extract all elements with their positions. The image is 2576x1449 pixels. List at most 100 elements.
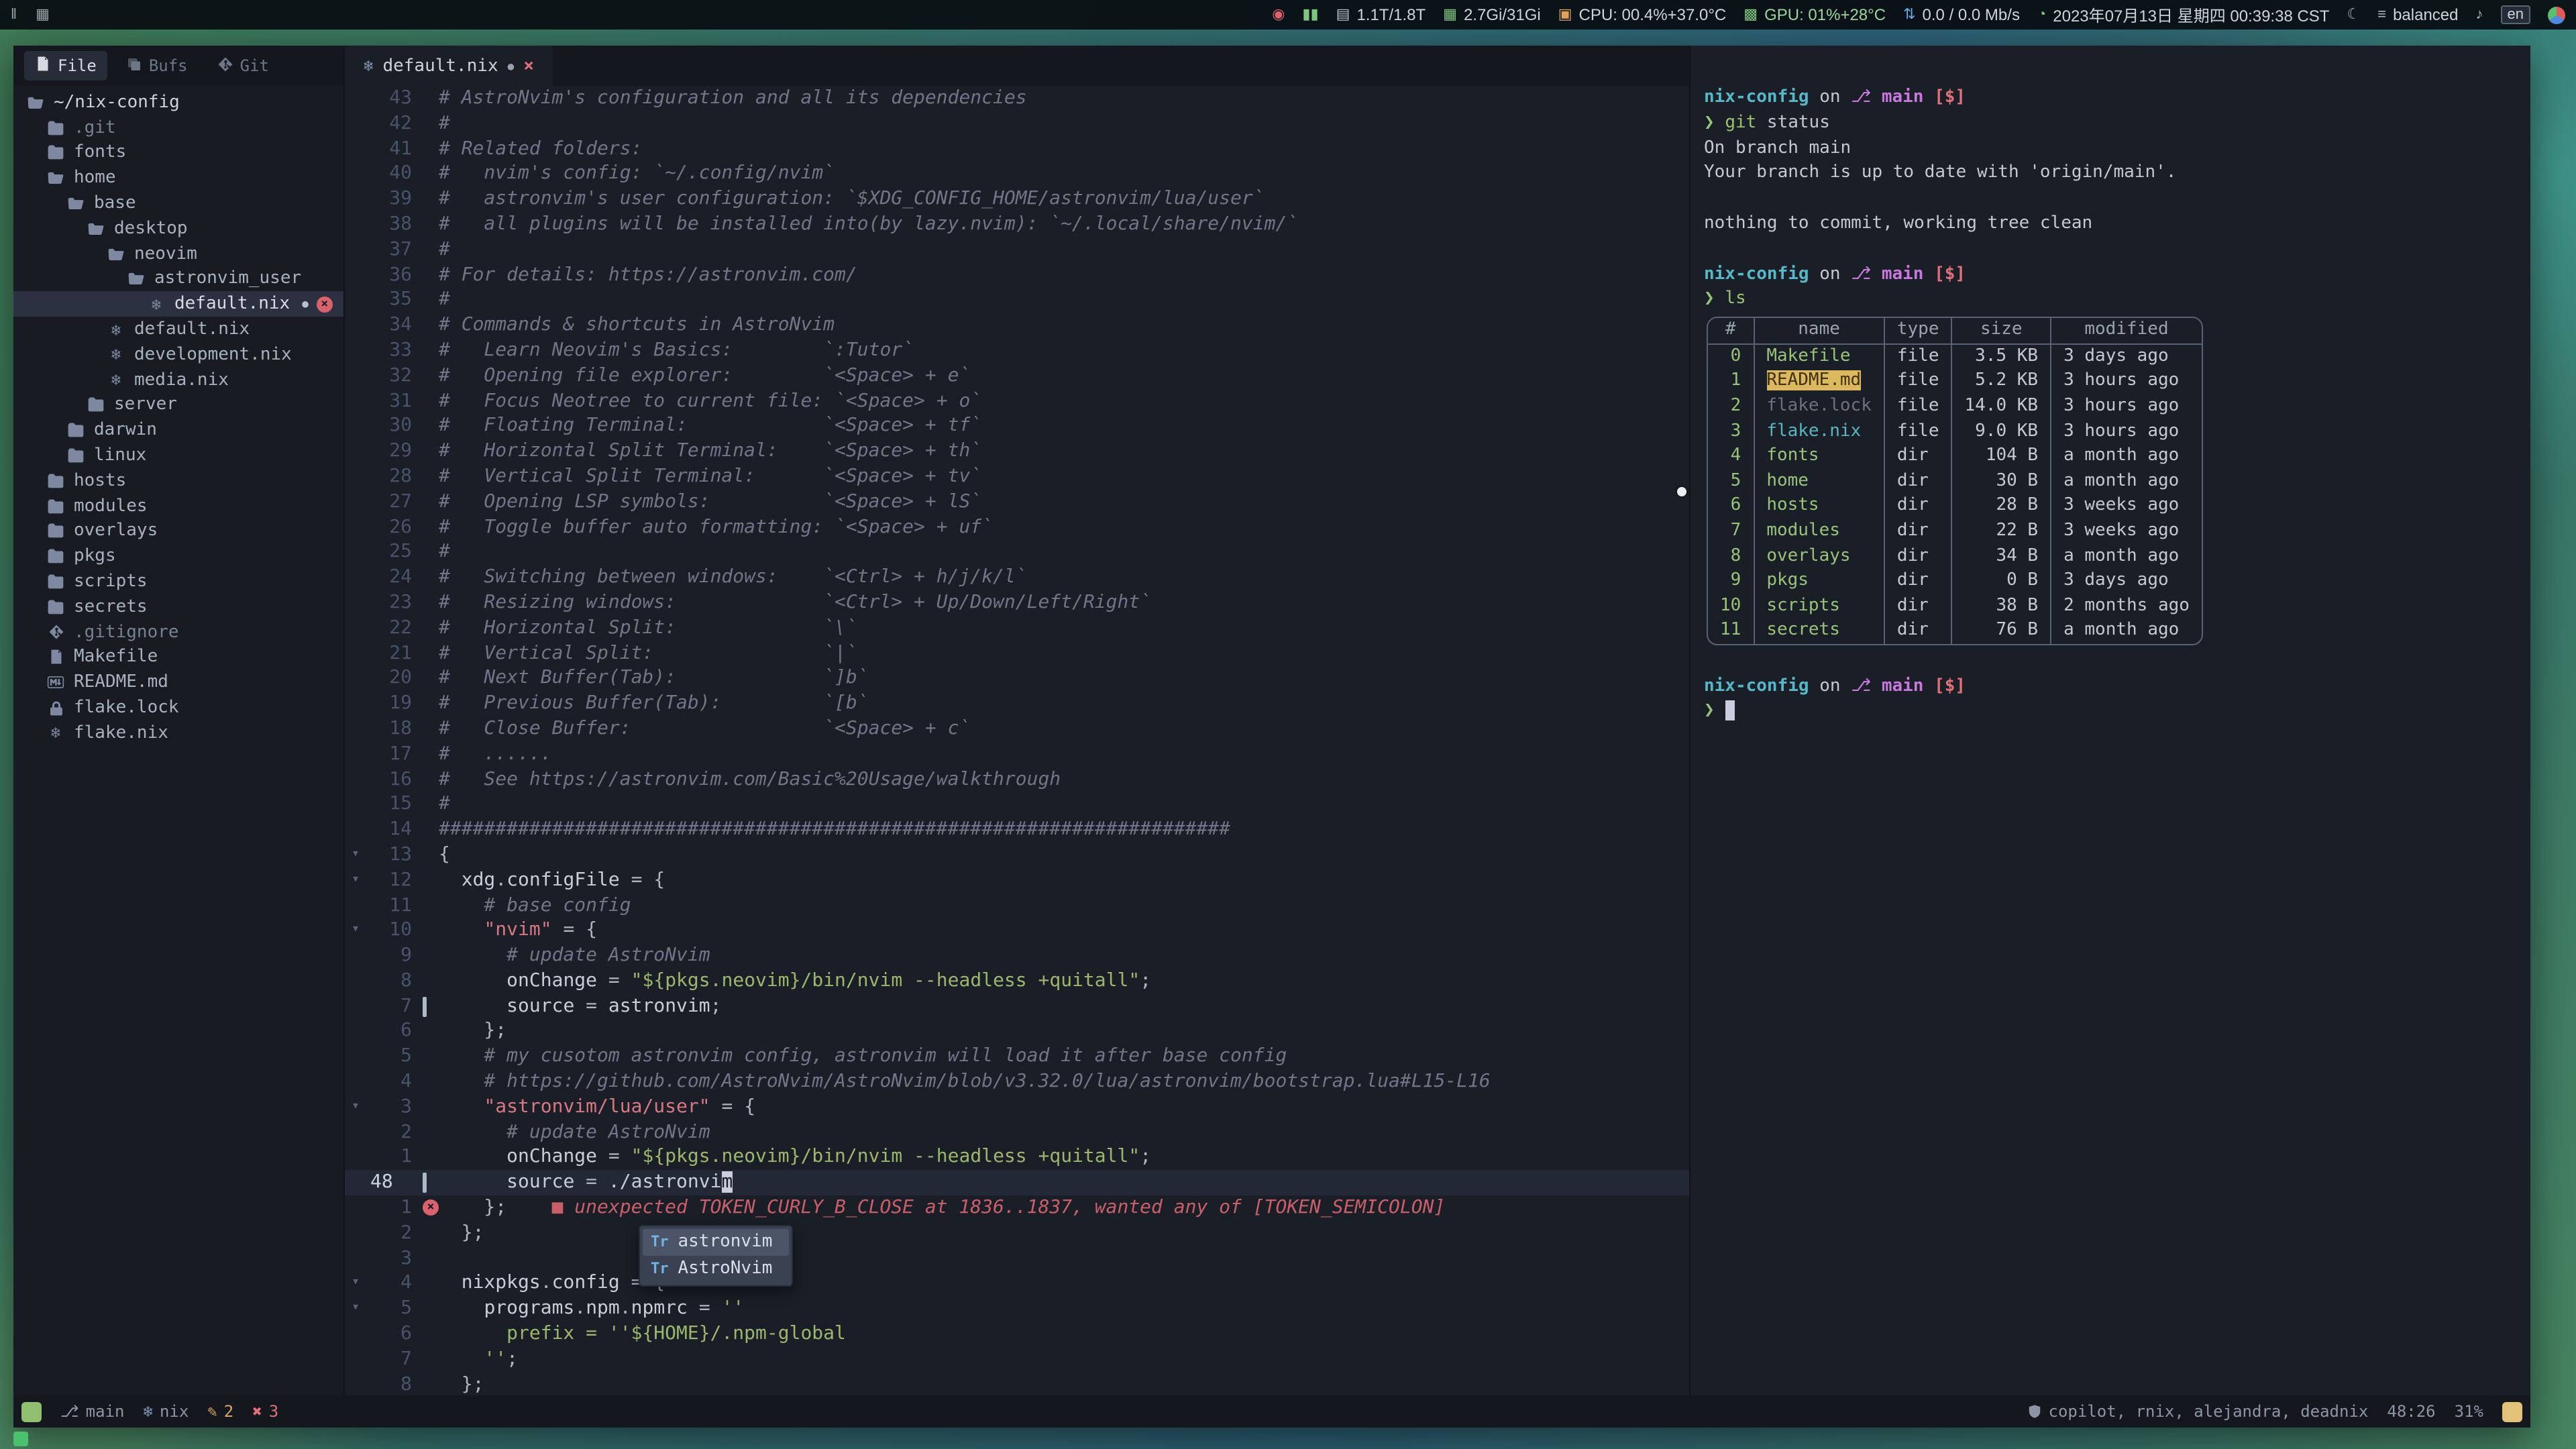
editor-lines[interactable]: 43# AstroNvim's configuration and all it…	[345, 86, 1689, 1395]
code-line[interactable]: ▾3 "astronvim/lua/user" = {	[345, 1095, 1689, 1120]
code-line[interactable]: 33# Learn Neovim's Basics: `:Tutor`	[345, 338, 1689, 364]
tree-item[interactable]: Makefile	[13, 645, 343, 670]
tree-item[interactable]: ❄default.nix	[13, 317, 343, 342]
code-line[interactable]: 28# Vertical Split Terminal: `<Space> + …	[345, 464, 1689, 490]
tree-item[interactable]: hosts	[13, 468, 343, 494]
tree-item[interactable]: scripts	[13, 569, 343, 594]
code-line[interactable]: 7 '';	[345, 1347, 1689, 1373]
tree-item[interactable]: base	[13, 191, 343, 216]
sidebar-tab-git[interactable]: Git	[207, 52, 280, 80]
completion-item[interactable]: Trastronvim	[643, 1229, 788, 1256]
disk-indicator[interactable]: ▤1.1T/1.8T	[1336, 5, 1426, 24]
fold-icon[interactable]: ▾	[345, 918, 366, 944]
tree-item[interactable]: flake.lock	[13, 695, 343, 720]
tree-item[interactable]: astronvim_user	[13, 266, 343, 292]
tree-item[interactable]: ❄flake.nix	[13, 720, 343, 746]
code-line[interactable]: ▾10 "nvim" = {	[345, 918, 1689, 944]
tree-item[interactable]: server	[13, 392, 343, 418]
code-line[interactable]: 6 };	[345, 1019, 1689, 1044]
code-line[interactable]: 1× }; ■ unexpected TOKEN_CURLY_B_CLOSE a…	[345, 1195, 1689, 1221]
code-line[interactable]: 18# Close Buffer: `<Space> + c`	[345, 716, 1689, 742]
code-line[interactable]: 32# Opening file explorer: `<Space> + e`	[345, 364, 1689, 389]
fold-icon[interactable]: ▾	[345, 1297, 366, 1322]
code-line[interactable]: 7 source = astronvim;	[345, 994, 1689, 1019]
tree-item[interactable]: ❄development.nix	[13, 342, 343, 368]
code-line[interactable]: 38# all plugins will be installed into(b…	[345, 212, 1689, 237]
sidebar-tab-file[interactable]: File	[24, 51, 107, 80]
code-line[interactable]: 22# Horizontal Split: `\`	[345, 615, 1689, 641]
fold-icon[interactable]: ▾	[345, 843, 366, 868]
completion-item[interactable]: TrAstroNvim	[643, 1256, 788, 1283]
file-tree[interactable]: ~/nix-config.gitfontshomebasedesktopneov…	[13, 86, 343, 1395]
code-line[interactable]: 14######################################…	[345, 817, 1689, 843]
dock-item[interactable]	[13, 1432, 28, 1446]
code-line[interactable]: 27# Opening LSP symbols: `<Space> + lS`	[345, 490, 1689, 515]
tree-item[interactable]: secrets	[13, 594, 343, 620]
buffer-tab[interactable]: ❄ default.nix ● ×	[345, 46, 553, 86]
usage-bars-indicator[interactable]: ▮▮	[1302, 7, 1318, 22]
tree-item[interactable]: neovim	[13, 241, 343, 267]
tree-item[interactable]: ❄default.nix●×	[13, 292, 343, 317]
code-line[interactable]: 19# Previous Buffer(Tab): `[b`	[345, 691, 1689, 716]
code-line[interactable]: 2 };	[345, 1221, 1689, 1246]
code-line[interactable]: 5 # my cusotom astronvim config, astronv…	[345, 1044, 1689, 1070]
code-line[interactable]: 11 # base config	[345, 893, 1689, 918]
network-indicator[interactable]: ⇅0.0 / 0.0 Mb/s	[1903, 5, 2020, 24]
code-line[interactable]: 4 # https://github.com/AstroNvim/AstroNv…	[345, 1069, 1689, 1095]
code-line[interactable]: 48 source = ./astronvim	[345, 1171, 1689, 1196]
code-line[interactable]: 8 };	[345, 1372, 1689, 1395]
code-line[interactable]: 40# nvim's config: `~/.config/nvim`	[345, 162, 1689, 187]
code-line[interactable]: 8 onChange = "${pkgs.neovim}/bin/nvim --…	[345, 969, 1689, 994]
tree-item[interactable]: linux	[13, 443, 343, 468]
night-light-indicator[interactable]: ☾	[2347, 7, 2360, 22]
code-line[interactable]: 37#	[345, 237, 1689, 263]
distro-indicator[interactable]	[2548, 6, 2565, 23]
code-line[interactable]: ▾13{	[345, 843, 1689, 868]
code-line[interactable]: 34# Commands & shortcuts in AstroNvim	[345, 313, 1689, 338]
power-profile-indicator[interactable]: ≡balanced	[2377, 5, 2458, 24]
code-line[interactable]: 29# Horizontal Split Terminal: `<Space> …	[345, 439, 1689, 464]
code-line[interactable]: 36# For details: https://astronvim.com/	[345, 262, 1689, 288]
code-line[interactable]: 31# Focus Neotree to current file: `<Spa…	[345, 388, 1689, 414]
gpu-indicator[interactable]: ▩GPU: 01%+28°C	[1743, 5, 1886, 24]
tree-item[interactable]: darwin	[13, 418, 343, 443]
code-line[interactable]: 26# Toggle buffer auto formatting: `<Spa…	[345, 515, 1689, 540]
tree-item[interactable]: .git	[13, 115, 343, 141]
fold-icon[interactable]: ▾	[345, 867, 366, 893]
code-line[interactable]: 3	[345, 1246, 1689, 1271]
code-line[interactable]: 25#	[345, 540, 1689, 566]
code-line[interactable]: 1 onChange = "${pkgs.neovim}/bin/nvim --…	[345, 1145, 1689, 1171]
clock-indicator[interactable]: ◔2023年07月13日 星期四 00:39:38 CST	[2037, 3, 2330, 26]
diagnostics-warnings[interactable]: ✎ 2	[207, 1402, 233, 1421]
code-line[interactable]: ▾5 programs.npm.npmrc = ''	[345, 1297, 1689, 1322]
gpu-fan-indicator[interactable]: ◉	[1272, 7, 1285, 22]
tree-item[interactable]: README.md	[13, 670, 343, 696]
code-line[interactable]: 6 prefix = ''${HOME}/.npm-global	[345, 1322, 1689, 1347]
code-line[interactable]: 16# See https://astronvim.com/Basic%20Us…	[345, 767, 1689, 792]
code-line[interactable]: 9 # update AstroNvim	[345, 943, 1689, 969]
volume-indicator[interactable]: ♪	[2476, 7, 2483, 22]
code-line[interactable]: 24# Switching between windows: `<Ctrl> +…	[345, 565, 1689, 590]
code-line[interactable]: 21# Vertical Split: `|`	[345, 641, 1689, 666]
memory-indicator[interactable]: ▦2.7Gi/31Gi	[1443, 5, 1541, 24]
terminal-pane[interactable]: nix-config on ⎇ main [$]❯ git statusOn b…	[1689, 46, 2530, 1395]
code-line[interactable]: ▾4 nixpkgs.config = {	[345, 1271, 1689, 1297]
close-icon[interactable]: ×	[523, 56, 534, 76]
diagnostics-errors[interactable]: ✖ 3	[252, 1402, 278, 1421]
fold-icon[interactable]: ▾	[345, 1095, 366, 1120]
code-line[interactable]: 23# Resizing windows: `<Ctrl> + Up/Down/…	[345, 590, 1689, 616]
code-line[interactable]: 41# Related folders:	[345, 136, 1689, 162]
code-line[interactable]: 35#	[345, 288, 1689, 313]
tree-item[interactable]: ~/nix-config	[13, 90, 343, 115]
git-branch[interactable]: ⎇ main	[60, 1402, 124, 1421]
tree-item[interactable]: fonts	[13, 140, 343, 166]
tree-item[interactable]: ❄media.nix	[13, 368, 343, 393]
tree-item[interactable]: desktop	[13, 216, 343, 241]
code-line[interactable]: 43# AstroNvim's configuration and all it…	[345, 86, 1689, 111]
cpu-indicator[interactable]: ▣CPU: 00.4%+37.0°C	[1558, 5, 1727, 24]
code-line[interactable]: 15#	[345, 792, 1689, 818]
keyboard-layout-indicator[interactable]: en	[2501, 5, 2531, 24]
tree-item[interactable]: .gitignore	[13, 619, 343, 645]
code-line[interactable]: 39# astronvim's user configuration: `$XD…	[345, 186, 1689, 212]
tree-item[interactable]: overlays	[13, 519, 343, 544]
